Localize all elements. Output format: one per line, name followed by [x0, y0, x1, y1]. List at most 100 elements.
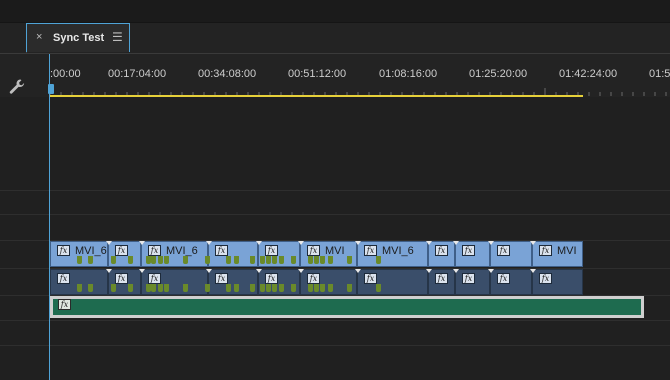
clip-edit-point	[426, 241, 432, 245]
clip-marker[interactable]	[308, 284, 313, 292]
fx-badge: fx	[462, 245, 475, 256]
fx-badge: fx	[148, 245, 161, 256]
clip-marker[interactable]	[205, 284, 210, 292]
clip-marker[interactable]	[77, 256, 82, 264]
video-clip[interactable]: fx MVI_6	[355, 241, 428, 267]
clip-marker[interactable]	[279, 284, 284, 292]
clip-edit-point	[206, 241, 212, 245]
clip-marker[interactable]	[164, 284, 169, 292]
fx-badge: fx	[57, 273, 70, 284]
work-area-bar[interactable]	[50, 95, 583, 97]
clip-marker[interactable]	[272, 256, 277, 264]
clip-edit-point	[453, 269, 459, 273]
fx-badge: fx	[265, 245, 278, 256]
fx-badge: fx	[435, 245, 448, 256]
clip-marker[interactable]	[320, 256, 325, 264]
fx-badge: fx	[539, 273, 552, 284]
clip-marker[interactable]	[328, 284, 333, 292]
video-clip[interactable]: fx MVI	[530, 241, 583, 267]
clip-marker[interactable]	[234, 284, 239, 292]
playhead-line[interactable]	[49, 54, 50, 380]
fx-badge: fx	[148, 273, 161, 284]
video-clip[interactable]: fx	[426, 241, 455, 267]
time-ruler[interactable]: :00:00 00:17:04:00 00:34:08:00 00:51:12:…	[50, 54, 670, 96]
clip-marker[interactable]	[111, 284, 116, 292]
fx-badge: fx	[497, 245, 510, 256]
clip-marker[interactable]	[308, 256, 313, 264]
clip-marker[interactable]	[128, 256, 133, 264]
clip-marker[interactable]	[260, 284, 265, 292]
ruler-label: 01:5	[649, 68, 670, 80]
clip-marker[interactable]	[205, 256, 210, 264]
ruler-label: 00:51:12:00	[288, 68, 347, 80]
audio-clip[interactable]: fx	[355, 269, 428, 295]
ruler-label: 01:08:16:00	[379, 68, 438, 80]
clip-marker[interactable]	[111, 256, 116, 264]
clip-marker[interactable]	[158, 284, 163, 292]
audio-clip[interactable]: fx	[426, 269, 455, 295]
clip-marker[interactable]	[226, 284, 231, 292]
clip-marker[interactable]	[314, 256, 319, 264]
fx-badge: fx	[364, 245, 377, 256]
clip-edit-point	[530, 269, 536, 273]
clip-marker[interactable]	[314, 284, 319, 292]
clip-marker[interactable]	[164, 256, 169, 264]
fx-badge: fx	[115, 273, 128, 284]
clip-marker[interactable]	[183, 256, 188, 264]
clip-edit-point	[256, 241, 262, 245]
clip-edit-point	[139, 269, 145, 273]
clip-marker[interactable]	[347, 284, 352, 292]
audio-clip[interactable]: fx	[488, 269, 532, 295]
app-top-bar	[0, 0, 670, 23]
panel-menu-icon[interactable]: ☰	[112, 30, 123, 44]
clip-edit-point	[530, 241, 536, 245]
clip-marker[interactable]	[158, 256, 163, 264]
clip-marker[interactable]	[376, 284, 381, 292]
fx-badge: fx	[462, 273, 475, 284]
fx-badge: fx	[539, 245, 552, 256]
clip-marker[interactable]	[77, 284, 82, 292]
video-clip[interactable]: fx	[453, 241, 490, 267]
tab-sync-test[interactable]: × Sync Test ☰	[26, 23, 130, 52]
audio-clip[interactable]: fx	[453, 269, 490, 295]
clip-marker[interactable]	[266, 284, 271, 292]
clip-edit-point	[426, 269, 432, 273]
clip-marker[interactable]	[128, 284, 133, 292]
video-clip[interactable]: fx	[488, 241, 532, 267]
timeline-tracks[interactable]	[0, 97, 670, 380]
clip-marker[interactable]	[328, 256, 333, 264]
clip-marker[interactable]	[291, 284, 296, 292]
close-icon[interactable]: ×	[36, 31, 42, 43]
fx-badge: fx	[497, 273, 510, 284]
tab-bar-stub	[0, 23, 27, 53]
clip-marker[interactable]	[266, 256, 271, 264]
clip-marker[interactable]	[234, 256, 239, 264]
clip-marker[interactable]	[88, 284, 93, 292]
clip-marker[interactable]	[250, 256, 255, 264]
clip-marker[interactable]	[88, 256, 93, 264]
clip-marker[interactable]	[279, 256, 284, 264]
track-divider	[0, 320, 670, 321]
clip-marker[interactable]	[272, 284, 277, 292]
adjustment-clip[interactable]: fx	[50, 296, 644, 318]
clip-marker[interactable]	[291, 256, 296, 264]
audio-clip[interactable]: fx	[530, 269, 583, 295]
ruler-label: 00:34:08:00	[198, 68, 257, 80]
fx-badge: fx	[58, 299, 71, 310]
fx-badge: fx	[215, 245, 228, 256]
ruler-label: 00:17:04:00	[108, 68, 167, 80]
clip-marker[interactable]	[151, 256, 156, 264]
clip-marker[interactable]	[250, 284, 255, 292]
clip-marker[interactable]	[260, 256, 265, 264]
clip-marker[interactable]	[347, 256, 352, 264]
track-divider	[0, 345, 670, 346]
track-divider	[0, 190, 670, 191]
fx-badge: fx	[435, 273, 448, 284]
clip-marker[interactable]	[320, 284, 325, 292]
wrench-icon[interactable]	[8, 78, 26, 96]
ruler-label: 01:42:24:00	[559, 68, 618, 80]
clip-marker[interactable]	[376, 256, 381, 264]
clip-marker[interactable]	[151, 284, 156, 292]
clip-marker[interactable]	[183, 284, 188, 292]
clip-marker[interactable]	[226, 256, 231, 264]
